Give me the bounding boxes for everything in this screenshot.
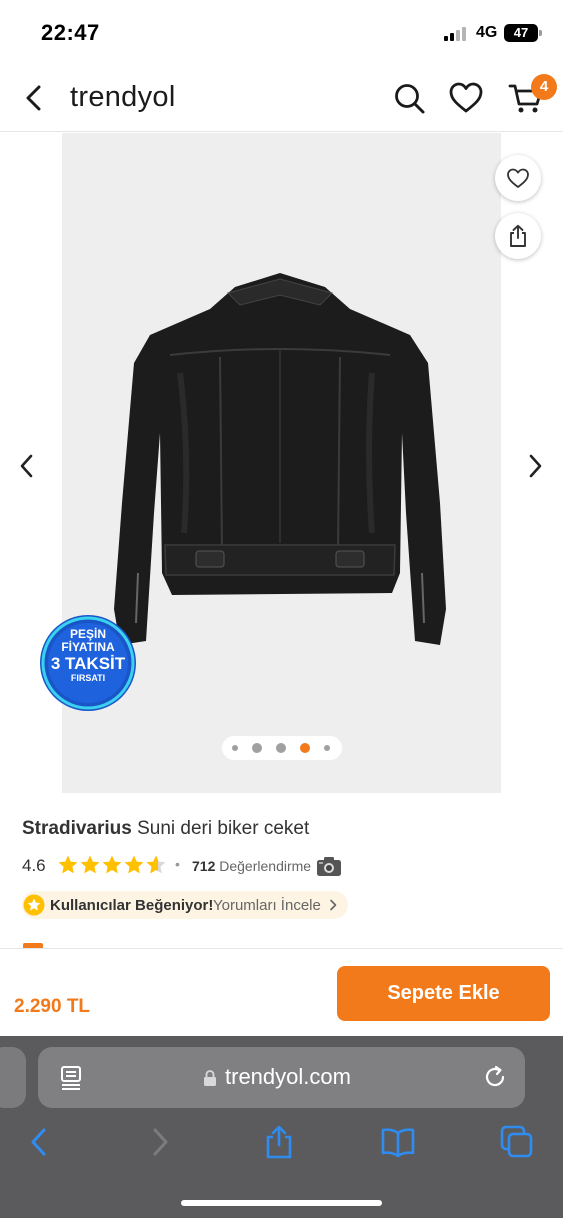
status-time: 22:47 <box>41 20 100 45</box>
review-count-number: 712 <box>192 858 216 874</box>
promo-line-3: 3 TAKSİT <box>50 654 126 673</box>
chevron-right-icon <box>330 899 337 911</box>
search-icon <box>395 84 425 114</box>
product-title: Stradivarius Suni deri biker ceket <box>22 818 309 840</box>
view-reviews-link[interactable]: Yorumları İncele <box>213 897 321 914</box>
gallery-pagination <box>222 736 342 760</box>
product-name: Suni deri biker ceket <box>137 818 310 839</box>
back-button[interactable] <box>18 82 50 114</box>
bookmarks-button[interactable] <box>380 1124 416 1160</box>
review-count-label: Değerlendirme <box>219 858 312 874</box>
product-gallery[interactable]: PEŞİN FİYATINA 3 TAKSİT FIRSATI <box>0 133 563 793</box>
address-bar[interactable]: trendyol.com <box>38 1047 525 1108</box>
battery-level: 47 <box>513 25 529 40</box>
add-favorite-button[interactable] <box>495 155 541 201</box>
users-like-banner[interactable]: Kullanıcılar Beğeniyor! Yorumları İncele <box>22 891 348 919</box>
home-indicator <box>181 1200 382 1206</box>
pagination-dot-active[interactable] <box>300 743 310 753</box>
share-button[interactable] <box>495 213 541 259</box>
pagination-dot[interactable] <box>252 743 262 753</box>
back-arrow-icon <box>31 1128 46 1156</box>
previous-tab-preview[interactable] <box>0 1047 26 1108</box>
add-to-cart-button[interactable]: Sepete Ekle <box>337 966 550 1021</box>
product-price: 2.290 TL <box>14 996 91 1017</box>
chevron-right-icon <box>529 454 542 478</box>
camera-icon <box>317 857 341 876</box>
gallery-next-button[interactable] <box>522 451 548 481</box>
browser-back-button[interactable] <box>21 1124 57 1160</box>
rating-stars <box>58 855 166 874</box>
star-badge-icon <box>23 894 45 916</box>
heart-icon <box>449 82 483 113</box>
tabs-button[interactable] <box>499 1124 535 1160</box>
share-icon <box>510 224 526 247</box>
rating-row[interactable]: 4.6 • 712 Değerlendirme <box>22 854 422 878</box>
product-brand[interactable]: Stradivarius <box>22 818 132 839</box>
tabs-icon <box>500 1125 533 1158</box>
back-icon <box>26 85 41 111</box>
battery-icon: 47 <box>504 24 538 42</box>
rating-value: 4.6 <box>22 856 46 875</box>
search-button[interactable] <box>391 80 427 116</box>
battery-cap <box>539 30 542 36</box>
pagination-dot[interactable] <box>324 745 330 751</box>
promo-line-4: FIRSATI <box>70 673 106 683</box>
reader-mode-icon[interactable] <box>60 1065 84 1091</box>
installment-promo-badge: PEŞİN FİYATINA 3 TAKSİT FIRSATI <box>39 614 137 712</box>
browser-share-button[interactable] <box>261 1124 297 1160</box>
lock-icon <box>204 1070 216 1086</box>
review-count[interactable]: 712 Değerlendirme <box>192 858 311 874</box>
heart-outline-icon <box>507 168 529 188</box>
favorites-button[interactable] <box>448 80 484 116</box>
rating-separator: • <box>175 856 180 872</box>
chevron-left-icon <box>20 454 33 478</box>
signal-icon <box>444 27 470 41</box>
browser-toolbar: trendyol.com <box>0 1036 563 1218</box>
network-label: 4G <box>476 24 498 41</box>
book-icon <box>381 1128 415 1158</box>
share-icon <box>266 1125 292 1159</box>
gallery-prev-button[interactable] <box>14 451 40 481</box>
app-header: trendyol <box>0 64 563 132</box>
jacket-image <box>114 273 446 645</box>
users-like-label: Kullanıcılar Beğeniyor! <box>50 897 214 914</box>
url-text[interactable]: trendyol.com <box>225 1064 351 1090</box>
forward-arrow-icon <box>153 1128 168 1156</box>
cart-count-badge: 4 <box>531 74 557 100</box>
pagination-dot[interactable] <box>232 745 238 751</box>
browser-forward-button[interactable] <box>142 1124 178 1160</box>
reload-icon[interactable] <box>482 1064 508 1090</box>
pagination-dot[interactable] <box>276 743 286 753</box>
promo-line-2: FİYATINA <box>61 640 115 654</box>
status-bar: 22:47 4G 47 <box>0 0 563 64</box>
brand-logo[interactable]: trendyol <box>70 81 176 114</box>
buy-bar: 2.290 TL Sepete Ekle <box>0 948 563 1036</box>
